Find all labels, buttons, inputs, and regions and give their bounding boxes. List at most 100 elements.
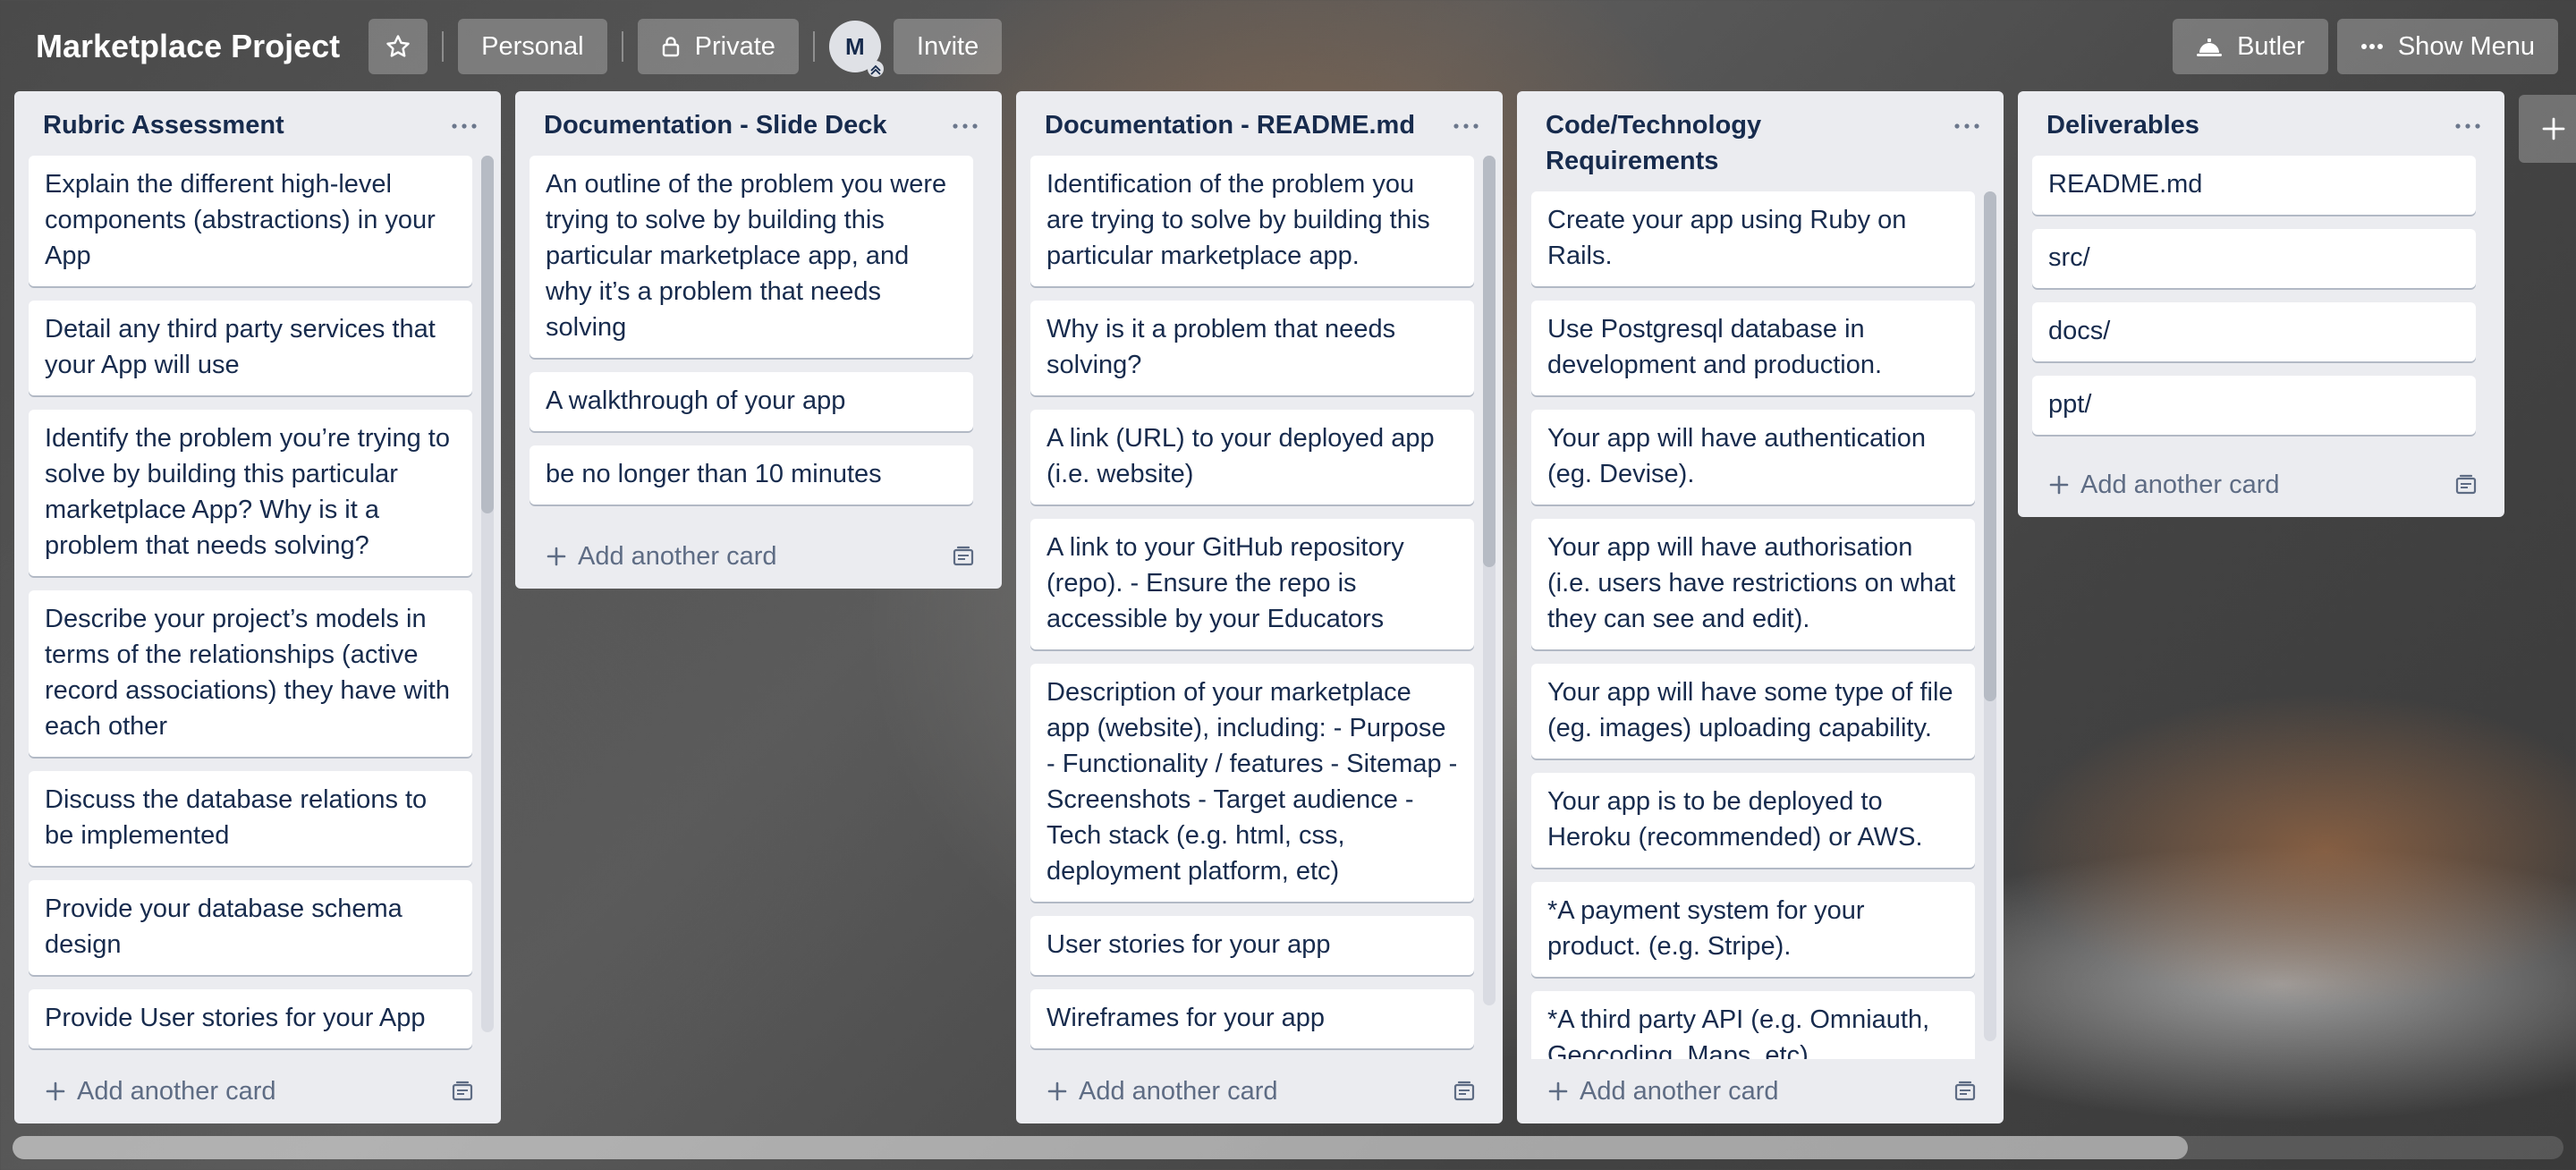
list-title[interactable]: Documentation - README.md — [1016, 91, 1503, 156]
add-card-label: Add another card — [1580, 1076, 1779, 1106]
add-card-label: Add another card — [2080, 470, 2280, 499]
card-list: Create your app using Ruby on Rails. Use… — [1517, 191, 2004, 1059]
card[interactable]: Provide User stories for your App — [29, 989, 472, 1048]
list-code-technology-requirements: Code/Technology Requirements Create your… — [1517, 91, 2004, 1123]
plus-icon — [45, 1081, 66, 1102]
card-list: Identification of the problem you are tr… — [1016, 156, 1503, 1059]
header-divider — [442, 31, 445, 62]
card[interactable]: *A payment system for your product. (e.g… — [1531, 882, 1975, 977]
workspace-label: Personal — [481, 31, 584, 61]
list-title[interactable]: Rubric Assessment — [14, 91, 501, 156]
board-title[interactable]: Marketplace Project — [36, 28, 340, 65]
add-card-label: Add another card — [1079, 1076, 1278, 1106]
list-deliverables: Deliverables README.md src/ docs/ ppt/ A… — [2018, 91, 2504, 517]
star-icon — [385, 33, 411, 60]
invite-button[interactable]: Invite — [893, 19, 1003, 74]
ellipsis-icon — [2360, 43, 2384, 50]
plus-icon — [2048, 474, 2070, 496]
card[interactable]: Your app will have some type of file (eg… — [1531, 664, 1975, 759]
card[interactable]: Explain the different high-level compone… — [29, 156, 472, 286]
card[interactable]: be no longer than 10 minutes — [530, 445, 973, 504]
card-template-icon[interactable] — [1453, 1081, 1476, 1102]
plus-icon — [1547, 1081, 1569, 1102]
list-scrollbar-thumb[interactable] — [481, 156, 494, 513]
visibility-button[interactable]: Private — [637, 19, 799, 74]
header-right-actions: Butler Show Menu — [2173, 19, 2558, 74]
list-title[interactable]: Documentation - Slide Deck — [515, 91, 1002, 156]
card[interactable]: Use Postgresql database in development a… — [1531, 301, 1975, 395]
card[interactable]: Create your app using Ruby on Rails. — [1531, 191, 1975, 286]
header-divider — [812, 31, 815, 62]
list-title-text: Documentation - Slide Deck — [544, 111, 887, 140]
card[interactable]: docs/ — [2032, 302, 2476, 361]
card[interactable]: Detail any third party services that you… — [29, 301, 472, 395]
add-card-label: Add another card — [578, 541, 777, 571]
list-scrollbar[interactable] — [1984, 191, 1996, 1041]
add-card-button[interactable]: Add another card — [2018, 453, 2504, 517]
card[interactable]: Your app will have authentication (eg. D… — [1531, 410, 1975, 504]
butler-bell-icon — [2196, 35, 2223, 58]
card[interactable]: An outline of the problem you were tryin… — [530, 156, 973, 358]
add-list-button[interactable] — [2519, 95, 2576, 163]
workspace-button[interactable]: Personal — [458, 19, 607, 74]
card[interactable]: Why is it a problem that needs solving? — [1030, 301, 1474, 395]
card[interactable]: Identify the problem you’re trying to so… — [29, 410, 472, 576]
card[interactable]: Description of your marketplace app (web… — [1030, 664, 1474, 902]
list-menu-icon[interactable] — [1953, 113, 1980, 140]
show-menu-label: Show Menu — [2397, 31, 2535, 61]
card-list: README.md src/ docs/ ppt/ — [2018, 156, 2504, 453]
list-title-text: Deliverables — [2046, 111, 2199, 140]
card[interactable]: *A third party API (e.g. Omniauth, Geoco… — [1531, 991, 1975, 1059]
card-template-icon[interactable] — [2454, 474, 2478, 496]
board-header: Marketplace Project Personal Private M I… — [0, 0, 2576, 93]
card[interactable]: src/ — [2032, 229, 2476, 288]
add-card-button[interactable]: Add another card — [14, 1059, 501, 1123]
card[interactable]: Provide your database schema design — [29, 880, 472, 975]
card[interactable]: A link (URL) to your deployed app (i.e. … — [1030, 410, 1474, 504]
card[interactable]: Your app is to be deployed to Heroku (re… — [1531, 773, 1975, 868]
card-template-icon[interactable] — [1953, 1081, 1977, 1102]
card-list: Explain the different high-level compone… — [14, 156, 501, 1059]
admin-badge-icon — [867, 61, 884, 77]
list-scrollbar[interactable] — [1483, 156, 1496, 1005]
member-avatar[interactable]: M — [828, 21, 884, 77]
card[interactable]: Describe your project’s models in terms … — [29, 590, 472, 757]
butler-button[interactable]: Butler — [2173, 19, 2328, 74]
show-menu-button[interactable]: Show Menu — [2336, 19, 2558, 74]
avatar-initial: M — [845, 32, 865, 60]
card[interactable]: Discuss the database relations to be imp… — [29, 771, 472, 866]
card[interactable]: README.md — [2032, 156, 2476, 215]
list-scrollbar-thumb[interactable] — [1984, 191, 1996, 701]
list-menu-icon[interactable] — [1453, 113, 1479, 140]
board-horizontal-scrollbar[interactable] — [13, 1136, 2563, 1159]
card[interactable]: Your app will have authorisation (i.e. u… — [1531, 519, 1975, 649]
card[interactable]: A walkthrough of your app — [530, 372, 973, 431]
add-card-button[interactable]: Add another card — [1517, 1059, 2004, 1123]
list-menu-icon[interactable] — [2454, 113, 2481, 140]
list-documentation-slide-deck: Documentation - Slide Deck An outline of… — [515, 91, 1002, 589]
card-template-icon[interactable] — [451, 1081, 474, 1102]
card[interactable]: ppt/ — [2032, 376, 2476, 435]
card-template-icon[interactable] — [952, 546, 975, 567]
list-title-text: Code/Technology Requirements — [1546, 111, 1762, 175]
list-title-text: Rubric Assessment — [43, 111, 284, 140]
board-scrollbar-thumb[interactable] — [13, 1136, 2188, 1159]
list-title[interactable]: Code/Technology Requirements — [1517, 91, 2004, 191]
card[interactable]: Identification of the problem you are tr… — [1030, 156, 1474, 286]
add-card-button[interactable]: Add another card — [1016, 1059, 1503, 1123]
card[interactable]: User stories for your app — [1030, 916, 1474, 975]
list-menu-icon[interactable] — [952, 113, 979, 140]
list-title-text: Documentation - README.md — [1045, 111, 1416, 140]
add-card-label: Add another card — [77, 1076, 276, 1106]
star-board-button[interactable] — [369, 19, 428, 74]
list-title[interactable]: Deliverables — [2018, 91, 2504, 156]
card[interactable]: Wireframes for your app — [1030, 989, 1474, 1048]
plus-icon — [1046, 1081, 1068, 1102]
lock-icon — [661, 36, 681, 57]
list-menu-icon[interactable] — [451, 113, 478, 140]
list-scrollbar[interactable] — [481, 156, 494, 1032]
card[interactable]: A link to your GitHub repository (repo).… — [1030, 519, 1474, 649]
list-scrollbar-thumb[interactable] — [1483, 156, 1496, 567]
add-card-button[interactable]: Add another card — [515, 524, 1002, 589]
list-documentation-readme: Documentation - README.md Identification… — [1016, 91, 1503, 1123]
